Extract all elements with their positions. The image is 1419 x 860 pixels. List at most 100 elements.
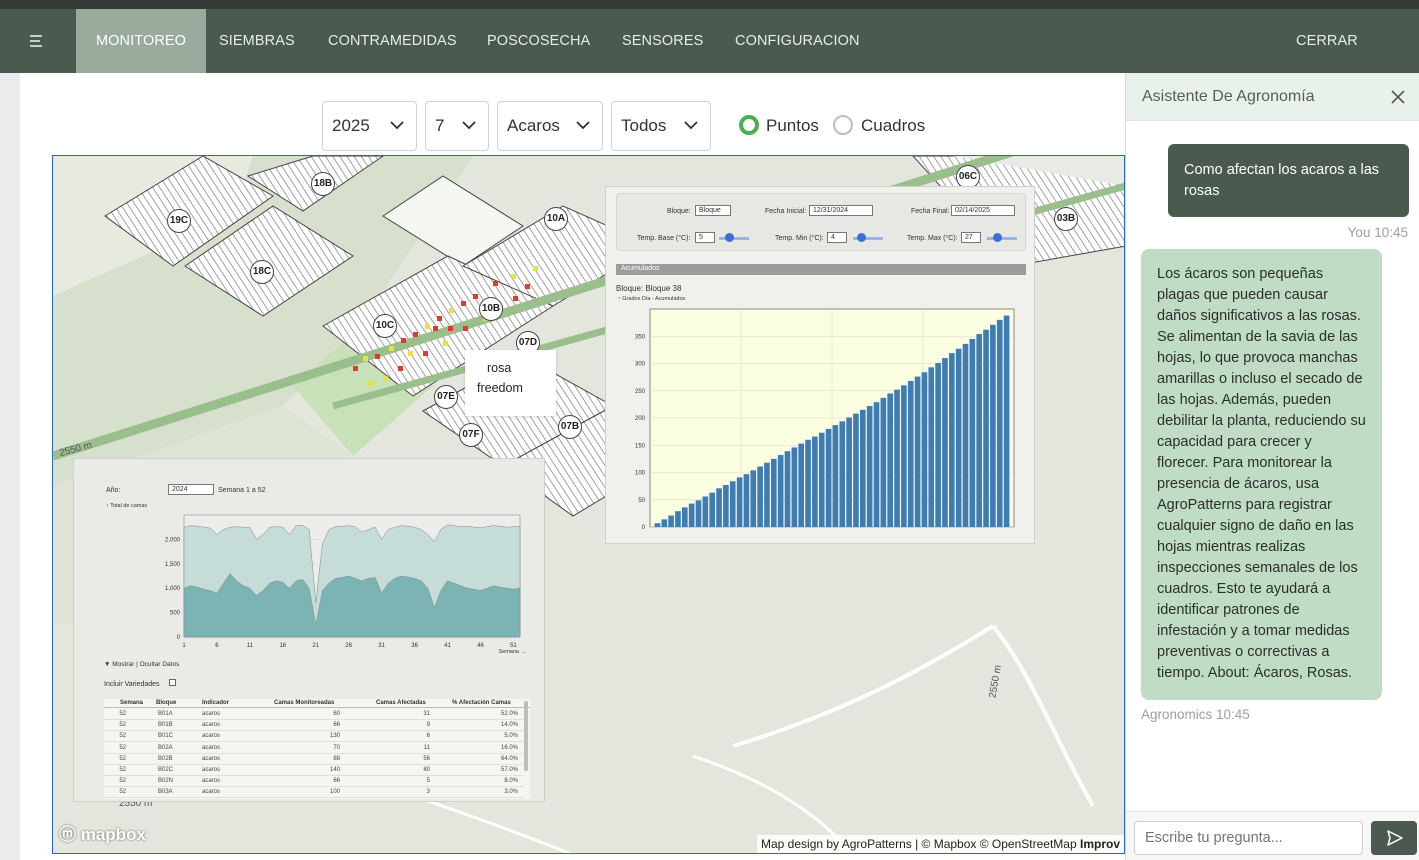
col-semana[interactable]: Semana <box>120 700 143 706</box>
weekly-toggle[interactable]: ▼ Mostrar | Ocultar Datos <box>104 661 179 668</box>
map-marker[interactable]: 10A <box>544 207 568 231</box>
map-marker[interactable]: 07B <box>558 415 582 439</box>
table-scrollbar[interactable] <box>524 701 528 771</box>
chart-bar <box>661 519 668 527</box>
table-row[interactable]: 52 B03A acaros 100 3 3.0% <box>104 788 524 799</box>
y-tick-label: 200 <box>635 416 646 422</box>
pest-select[interactable]: Acaros <box>497 101 603 151</box>
table-row[interactable]: 52 B02N acaros 66 5 8.0% <box>104 777 524 788</box>
week-select-value: 7 <box>435 116 445 135</box>
slider-thumb[interactable] <box>725 233 734 242</box>
gdd-section-title: Acumulados <box>616 264 1026 275</box>
col-afectacion[interactable]: % Afectación Camas <box>452 700 511 706</box>
radio-cuadros[interactable] <box>833 115 853 135</box>
gdd-block-select[interactable]: Bloque <box>695 205 731 216</box>
week-select[interactable]: 7 <box>425 101 489 151</box>
gdd-tbase-slider[interactable] <box>719 237 749 240</box>
map-marker[interactable]: 18B <box>311 172 335 196</box>
chart-bar <box>969 338 976 527</box>
nav-contramedidas[interactable]: CONTRAMEDIDAS <box>308 9 477 73</box>
chart-bar <box>798 443 805 527</box>
gdd-start-input[interactable]: 12/31/2024 <box>809 205 873 216</box>
menu-icon[interactable] <box>22 31 50 51</box>
x-tick-label: 31 <box>378 643 385 649</box>
chart-bar <box>866 406 873 527</box>
attribution-text[interactable]: Map design by AgroPatterns | © Mapbox © … <box>761 837 1077 851</box>
y-tick-label: 0 <box>177 635 181 641</box>
map-marker[interactable]: 19C <box>167 209 191 233</box>
table-cell: acaros <box>202 744 221 751</box>
chart-bar <box>887 393 894 527</box>
table-cell: 57.0% <box>500 767 518 773</box>
col-camas-monitoreadas[interactable]: Camas Monitoreadas <box>274 700 334 706</box>
map-marker[interactable]: 07F <box>459 423 483 447</box>
pest-select-value: Acaros <box>507 116 560 135</box>
map-view[interactable]: 18B 19C 18C 10A 10C 10B 07D 07E 07F 07B … <box>52 155 1125 854</box>
chart-bar <box>942 358 948 527</box>
table-cell: B03A <box>158 789 173 796</box>
gdd-start-label: Fecha Inicial: <box>765 208 807 215</box>
question-input[interactable] <box>1134 821 1363 855</box>
assistant-message-meta: Agronomics 10:45 <box>1141 707 1250 722</box>
radio-puntos[interactable] <box>739 115 759 135</box>
radio-cuadros-label[interactable]: Cuadros <box>861 116 925 136</box>
nav-sensores[interactable]: SENSORES <box>602 9 723 73</box>
logout-button[interactable]: CERRAR SESION <box>1276 9 1419 113</box>
table-cell: B02C <box>158 767 174 773</box>
radio-puntos-label[interactable]: Puntos <box>766 116 819 136</box>
table-row[interactable]: 52 B01C acaros 130 6 5.0% <box>104 732 524 743</box>
chart-bar <box>702 496 709 527</box>
chart-bar <box>688 503 695 527</box>
send-button[interactable] <box>1371 821 1417 855</box>
improve-map-link[interactable]: Improv <box>1080 837 1120 851</box>
include-variedades-checkbox[interactable] <box>169 679 176 686</box>
table-row[interactable]: 52 B02C acaros 140 80 57.0% <box>104 766 524 776</box>
table-cell: 52 <box>119 722 126 729</box>
nav-monitoreo[interactable]: MONITOREO <box>76 9 207 73</box>
weekly-year-select[interactable]: 2024 <box>168 484 214 495</box>
nav-configuracion[interactable]: CONFIGURACION <box>715 9 880 73</box>
table-cell: acaros <box>202 789 221 796</box>
table-cell: 88 <box>333 755 340 762</box>
nav-siembras[interactable]: SIEMBRAS <box>199 9 315 73</box>
chart-bar <box>955 348 962 527</box>
gdd-chart-title: Bloque: Bloque 38 <box>616 284 682 293</box>
chart-bar <box>654 523 661 527</box>
y-tick-label: 300 <box>635 362 646 368</box>
chart-bar <box>716 488 722 527</box>
table-row[interactable]: 52 B01A acaros 60 31 52.0% <box>104 710 524 720</box>
table-cell: 52 <box>119 733 126 740</box>
y-tick-label: 500 <box>170 611 181 617</box>
table-row[interactable]: 52 B02A acaros 70 11 16.0% <box>104 744 524 754</box>
chart-bar <box>901 385 907 527</box>
year-select[interactable]: 2025 <box>322 101 417 151</box>
slider-thumb[interactable] <box>857 233 866 242</box>
chart-bar <box>668 515 674 527</box>
nav-poscosecha[interactable]: POSCOSECHA <box>467 9 610 73</box>
col-indicador[interactable]: Indicador <box>202 700 229 706</box>
top-strip <box>0 0 1419 9</box>
chart-bar <box>976 334 983 527</box>
chart-bar <box>990 324 996 527</box>
close-icon[interactable] <box>1388 87 1408 107</box>
scope-select[interactable]: Todos <box>611 101 711 151</box>
gdd-tmax-input[interactable]: 27 <box>961 232 981 243</box>
gdd-end-input[interactable]: 02/14/2025 <box>951 205 1015 216</box>
gdd-tmin-input[interactable]: 4 <box>827 232 847 243</box>
gdd-tmax-slider[interactable] <box>987 237 1017 240</box>
x-tick-label: 21 <box>312 643 319 649</box>
map-marker[interactable]: 03B <box>1054 207 1078 231</box>
map-marker[interactable]: 10B <box>479 297 503 321</box>
map-marker[interactable]: 18C <box>250 260 274 284</box>
gdd-tbase-input[interactable]: 5 <box>695 232 715 243</box>
chart-bar <box>859 409 866 527</box>
table-cell: B02B <box>158 755 173 762</box>
table-row[interactable]: 52 B01B acaros 66 9 14.0% <box>104 721 524 732</box>
map-marker[interactable]: 07E <box>434 385 458 409</box>
slider-thumb[interactable] <box>993 233 1002 242</box>
col-camas-afectadas[interactable]: Camas Afectadas <box>376 700 426 706</box>
assistant-message: Los ácaros son pequeñas plagas que puede… <box>1141 249 1382 700</box>
map-marker[interactable]: 10C <box>373 314 397 338</box>
col-bloque[interactable]: Bloque <box>156 700 176 706</box>
table-row[interactable]: 52 B02B acaros 88 56 64.0% <box>104 755 524 765</box>
